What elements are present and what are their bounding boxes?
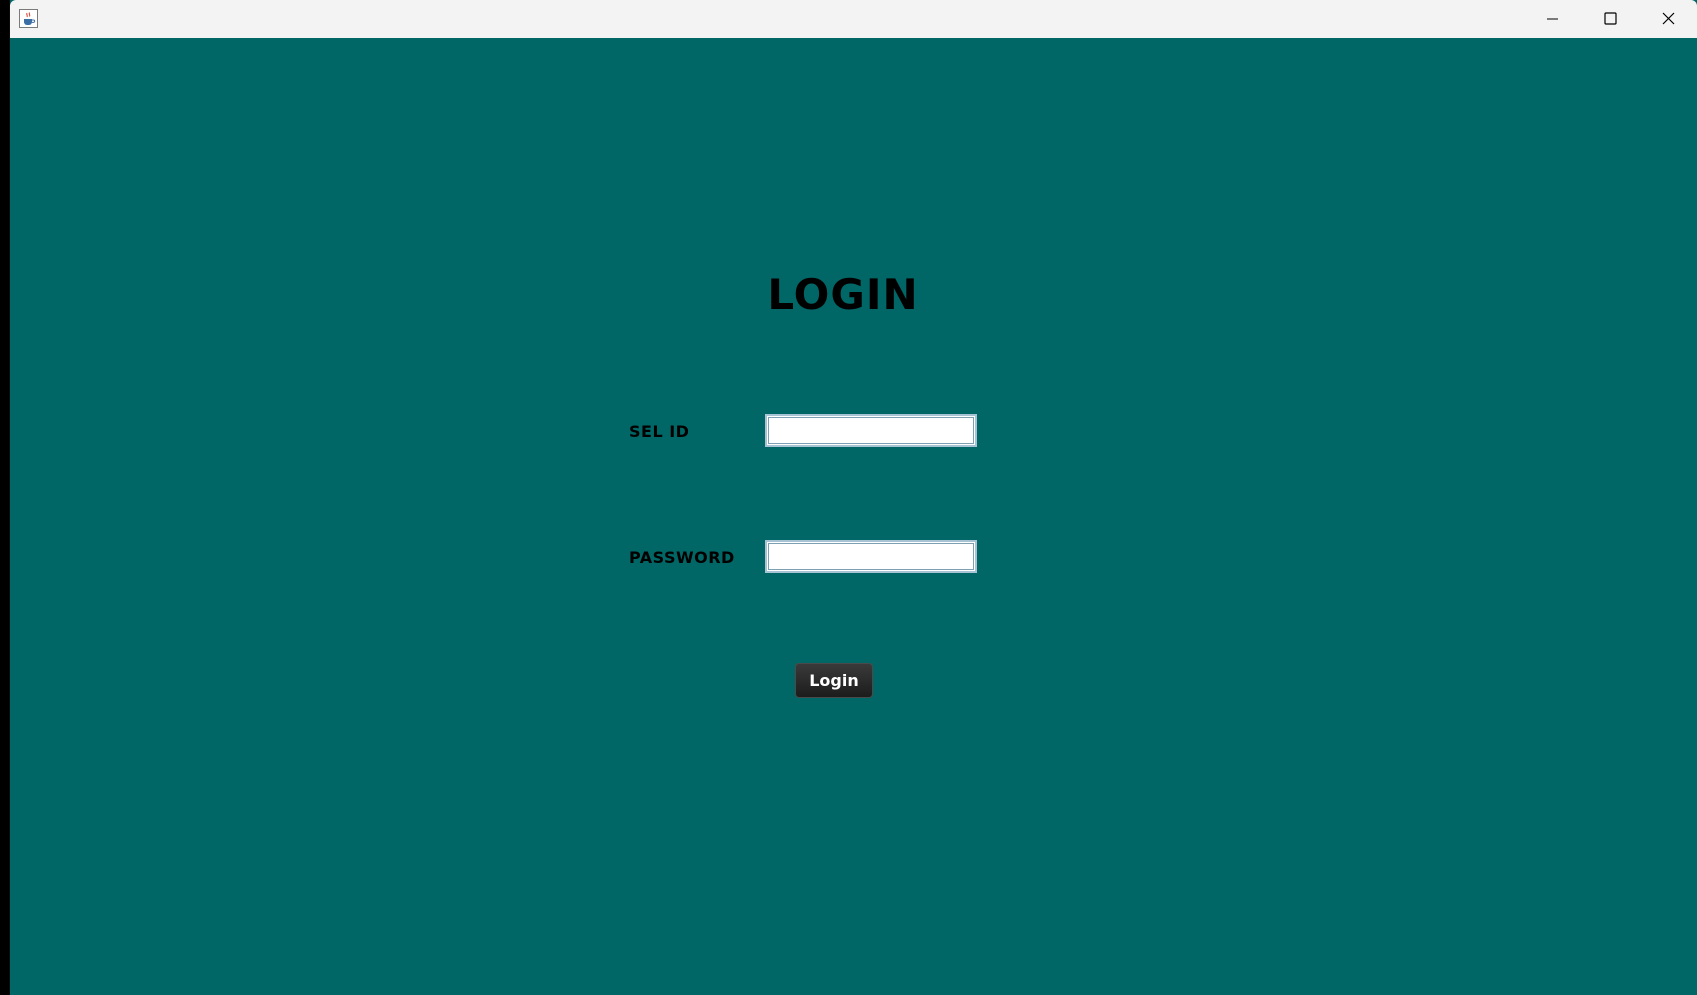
maximize-icon — [1604, 12, 1617, 25]
login-window: LOGIN SEL ID PASSWORD Login — [9, 0, 1697, 995]
close-button[interactable] — [1639, 0, 1697, 38]
minimize-icon — [1547, 18, 1558, 20]
login-panel: LOGIN SEL ID PASSWORD Login — [10, 38, 1697, 995]
maximize-button[interactable] — [1581, 0, 1639, 38]
sel-id-label: SEL ID — [629, 422, 690, 441]
close-icon — [1662, 12, 1675, 25]
minimize-button[interactable] — [1523, 0, 1581, 38]
java-cup-icon — [19, 9, 38, 28]
login-title: LOGIN — [767, 270, 919, 319]
login-button[interactable]: Login — [795, 663, 873, 698]
password-input[interactable] — [765, 540, 977, 573]
title-bar — [10, 0, 1697, 38]
password-label: PASSWORD — [629, 548, 735, 567]
sel-id-input[interactable] — [765, 414, 977, 447]
